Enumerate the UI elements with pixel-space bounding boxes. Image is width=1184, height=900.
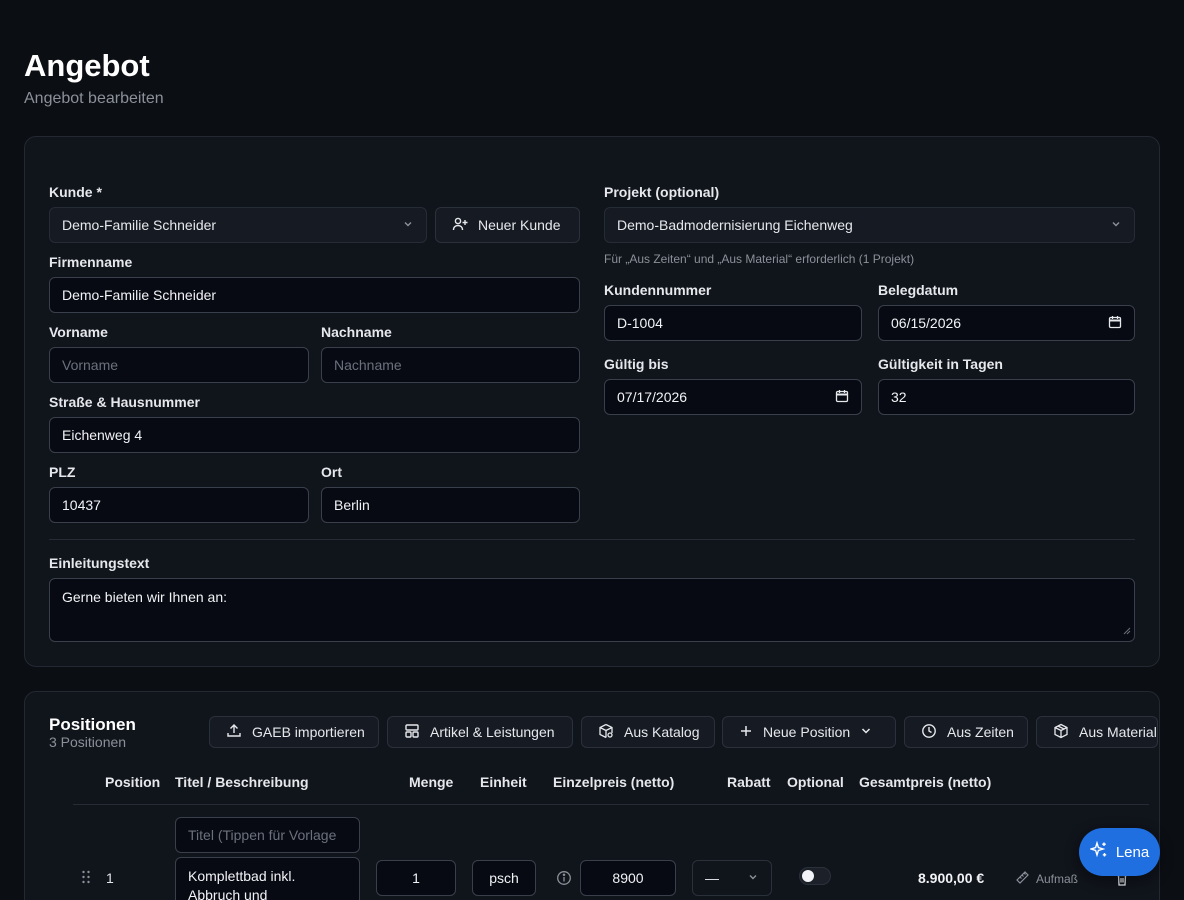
row-number: 1 (106, 870, 114, 886)
city-input[interactable]: Berlin (321, 487, 580, 523)
zip-input[interactable]: 10437 (49, 487, 309, 523)
from-times-button[interactable]: Aus Zeiten (904, 716, 1028, 748)
street-label: Straße & Hausnummer (49, 394, 200, 410)
col-title: Titel / Beschreibung (175, 774, 309, 790)
new-customer-label: Neuer Kunde (478, 217, 561, 233)
page-subtitle: Angebot bearbeiten (24, 90, 164, 107)
user-plus-icon (452, 216, 468, 235)
street-input[interactable]: Eichenweg 4 (49, 417, 580, 453)
firstname-input[interactable]: Vorname (49, 347, 309, 383)
intro-label: Einleitungstext (49, 555, 150, 571)
validity-days-label: Gültigkeit in Tagen (878, 356, 1003, 372)
ruler-icon (1015, 870, 1030, 888)
lastname-input[interactable]: Nachname (321, 347, 580, 383)
row-unit-input[interactable]: psch (472, 860, 536, 896)
row-title-input[interactable]: Titel (Tippen für Vorlage (175, 817, 360, 853)
company-input[interactable]: Demo-Familie Schneider (49, 277, 580, 313)
table-header-divider (73, 804, 1149, 805)
chevron-down-icon (860, 724, 872, 740)
doc-date-input[interactable]: 06/15/2026 (878, 305, 1135, 341)
from-times-label: Aus Zeiten (947, 724, 1014, 740)
company-label: Firmenname (49, 254, 133, 270)
offer-form-card: Kunde * Demo-Familie Schneider Neuer Kun… (24, 136, 1160, 667)
positions-title: Positionen (49, 715, 136, 734)
intro-textarea[interactable]: Gerne bieten wir Ihnen an: (49, 578, 1135, 642)
info-icon[interactable] (556, 870, 572, 889)
plus-icon (739, 724, 753, 741)
project-label: Projekt (optional) (604, 184, 720, 200)
articles-services-label: Artikel & Leistungen (430, 724, 555, 740)
col-total: Gesamtpreis (netto) (859, 774, 992, 790)
gaeb-import-label: GAEB importieren (252, 724, 365, 740)
positions-count: 3 Positionen (49, 734, 127, 750)
page-header: Angebot Angebot bearbeiten (24, 48, 164, 108)
col-optional: Optional (787, 774, 844, 790)
col-position: Position (105, 774, 161, 790)
new-position-button[interactable]: Neue Position (722, 716, 896, 748)
row-total: 8.900,00 € (918, 870, 985, 886)
firstname-label: Vorname (49, 324, 108, 340)
row-discount-value: — (705, 870, 719, 886)
gaeb-import-button[interactable]: GAEB importieren (209, 716, 379, 748)
chevron-down-icon (1110, 218, 1122, 233)
lena-assistant-button[interactable]: Lena (1079, 828, 1160, 876)
city-label: Ort (321, 464, 342, 480)
row-measure-label: Aufmaß (1036, 872, 1079, 886)
col-unit-price: Einzelpreis (netto) (553, 774, 675, 790)
col-unit: Einheit (480, 774, 527, 790)
project-select[interactable]: Demo-Badmodernisierung Eichenweg (604, 207, 1135, 243)
col-quantity: Menge (409, 774, 454, 790)
row-unit-price-input[interactable]: 8900 (580, 860, 676, 896)
from-catalog-label: Aus Katalog (624, 724, 700, 740)
valid-until-value: 07/17/2026 (617, 389, 688, 405)
calendar-icon[interactable] (1108, 315, 1122, 332)
row-quantity-input[interactable]: 1 (376, 860, 456, 896)
toggle-knob (802, 870, 814, 882)
from-material-label: Aus Material (1079, 724, 1157, 740)
doc-date-label: Belegdatum (878, 282, 959, 298)
col-discount: Rabatt (727, 774, 771, 790)
valid-until-label: Gültig bis (604, 356, 669, 372)
clock-icon (921, 723, 937, 742)
row-optional-toggle[interactable] (799, 867, 831, 885)
row-description-textarea[interactable]: Komplettbad inkl. Abbruch und (175, 857, 360, 900)
positions-card: Positionen 3 Positionen GAEB importieren… (24, 691, 1160, 900)
from-catalog-button[interactable]: Aus Katalog (581, 716, 715, 748)
chevron-down-icon (402, 218, 414, 233)
calendar-icon[interactable] (835, 389, 849, 406)
customer-label: Kunde * (49, 184, 102, 200)
box-icon (1053, 723, 1069, 742)
project-hint: Für „Aus Zeiten“ und „Aus Material“ erfo… (604, 252, 915, 266)
valid-until-input[interactable]: 07/17/2026 (604, 379, 862, 415)
layout-icon (404, 723, 420, 742)
sparkles-icon (1088, 840, 1108, 863)
resize-handle-icon[interactable] (1123, 622, 1131, 638)
doc-date-value: 06/15/2026 (891, 315, 962, 331)
lena-label: Lena (1115, 843, 1150, 861)
from-material-button[interactable]: Aus Material (1036, 716, 1158, 748)
package-search-icon (598, 723, 614, 742)
row-discount-select[interactable]: — (692, 860, 772, 896)
customer-select[interactable]: Demo-Familie Schneider (49, 207, 427, 243)
zip-label: PLZ (49, 464, 76, 480)
validity-days-input[interactable]: 32 (878, 379, 1135, 415)
intro-text: Gerne bieten wir Ihnen an: (62, 589, 227, 605)
customer-number-label: Kundennummer (604, 282, 712, 298)
page-title: Angebot (24, 48, 150, 83)
chevron-down-icon (747, 871, 759, 886)
section-divider (49, 539, 1135, 540)
articles-services-button[interactable]: Artikel & Leistungen (387, 716, 573, 748)
row-measure-link[interactable]: Aufmaß (1015, 870, 1078, 888)
customer-select-value: Demo-Familie Schneider (62, 217, 217, 233)
drag-handle-icon[interactable] (81, 870, 91, 887)
lastname-label: Nachname (321, 324, 392, 340)
new-position-label: Neue Position (763, 724, 851, 740)
customer-number-input[interactable]: D-1004 (604, 305, 862, 341)
new-customer-button[interactable]: Neuer Kunde (435, 207, 580, 243)
upload-icon (226, 723, 242, 742)
project-select-value: Demo-Badmodernisierung Eichenweg (617, 217, 853, 233)
